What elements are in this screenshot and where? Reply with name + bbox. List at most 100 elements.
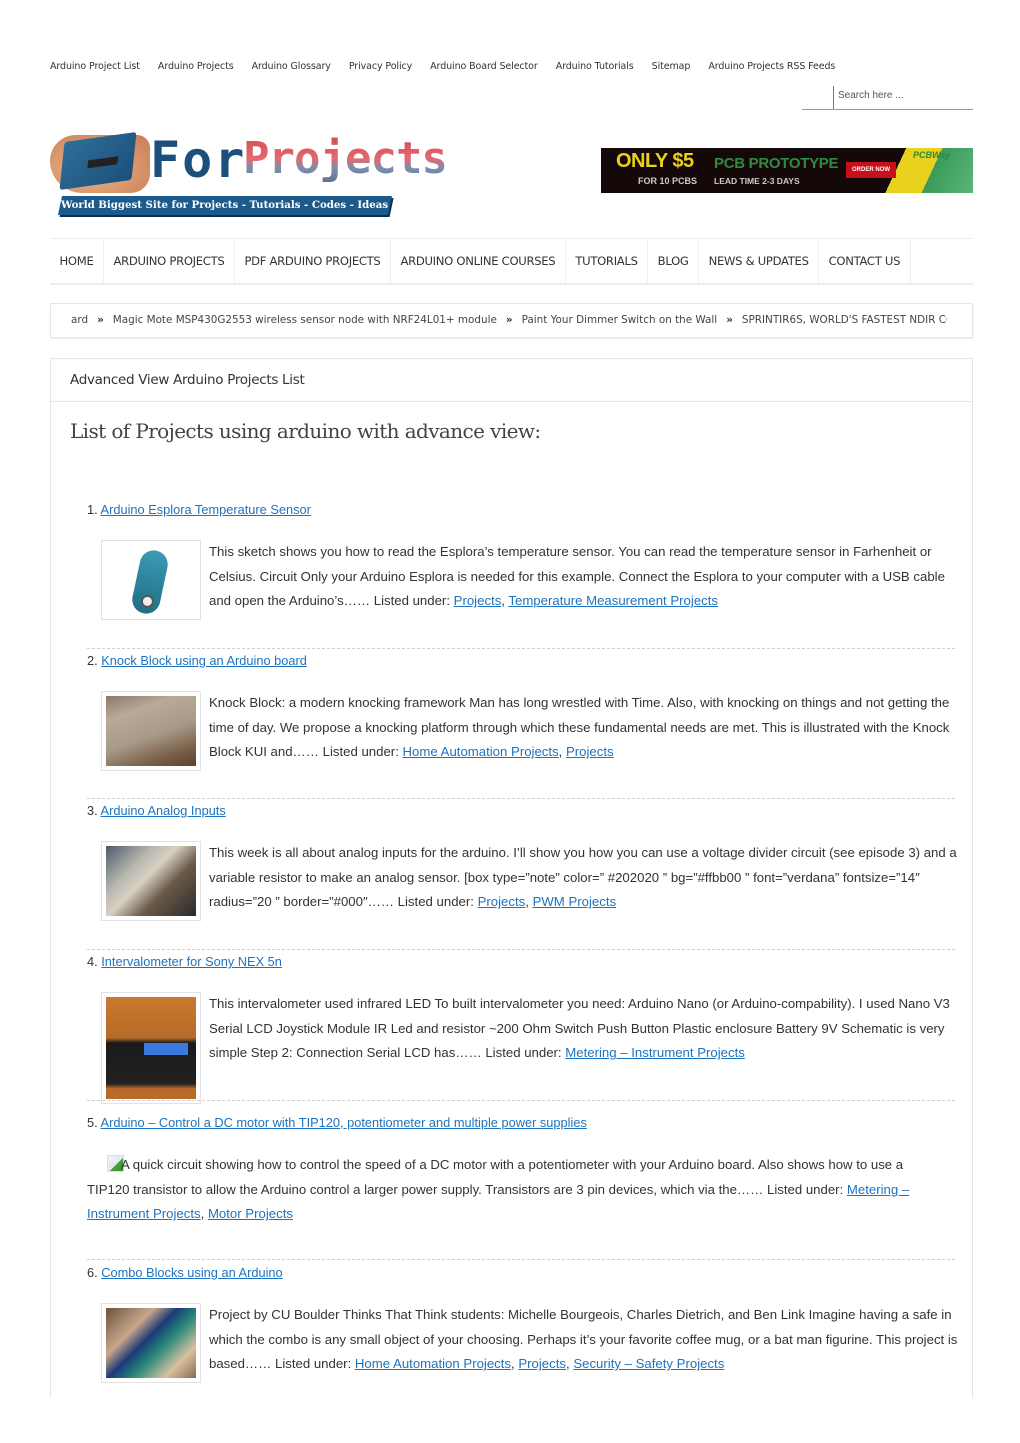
section-title: Advanced View Arduino Projects List — [51, 359, 972, 402]
project-description: Knock Block: a modern knocking framework… — [209, 695, 950, 759]
category-link[interactable]: Metering – Instrument Projects — [565, 1045, 745, 1060]
listed-under-label: Listed under: — [397, 894, 474, 909]
ad-order-now-button[interactable]: ORDER NOW — [846, 162, 896, 178]
category-link[interactable]: Home Automation Projects — [355, 1356, 511, 1371]
logo-tagline-text: World Biggest Site for Projects - Tutori… — [61, 199, 389, 211]
nav-home[interactable]: HOME — [50, 239, 104, 283]
top-link-rss-feeds[interactable]: Arduino Projects RSS Feeds — [708, 61, 835, 72]
ticker-item[interactable]: ard — [71, 314, 88, 326]
category-link[interactable]: Projects — [478, 894, 526, 909]
ad-headline: ONLY $5 — [616, 150, 694, 172]
project-number: 1. — [87, 502, 98, 517]
analog-inputs-image — [106, 846, 196, 916]
project-number: 2. — [87, 653, 98, 668]
top-link-arduino-glossary[interactable]: Arduino Glossary — [252, 61, 331, 72]
project-title-link[interactable]: Combo Blocks using an Arduino — [101, 1265, 282, 1280]
top-link-arduino-project-list[interactable]: Arduino Project List — [50, 61, 140, 72]
project-thumbnail[interactable] — [101, 841, 201, 921]
project-title-link[interactable]: Arduino Analog Inputs — [101, 803, 226, 818]
project-description: This intervalometer used infrared LED To… — [209, 992, 959, 1066]
project-description: A quick circuit showing how to control t… — [87, 1157, 910, 1221]
ticker-item[interactable]: Magic Mote MSP430G2553 wireless sensor n… — [113, 314, 497, 326]
combo-blocks-image — [106, 1308, 196, 1378]
top-link-sitemap[interactable]: Sitemap — [652, 61, 691, 72]
item-divider — [87, 949, 955, 950]
listed-under-label: Listed under: — [766, 1181, 844, 1197]
category-link[interactable]: Motor Projects — [208, 1206, 293, 1221]
project-thumbnail[interactable] — [101, 1303, 201, 1383]
news-ticker: ard » Magic Mote MSP430G2553 wireless sens… — [50, 303, 973, 338]
project-title-link[interactable]: Arduino – Control a DC motor with TIP120… — [101, 1115, 587, 1130]
project-title-link[interactable]: Intervalometer for Sony NEX 5n — [101, 954, 282, 969]
ad-lead-time: LEAD TIME 2-3 DAYS — [714, 176, 800, 186]
project-description: Project by CU Boulder Thinks That Think … — [209, 1307, 958, 1371]
nav-pdf-arduino-projects[interactable]: PDF ARDUINO PROJECTS — [235, 239, 391, 283]
category-link[interactable]: Temperature Measurement Projects — [508, 593, 718, 608]
project-description: This sketch shows you how to read the Es… — [209, 544, 945, 608]
ad-subline: FOR 10 PCBS — [638, 176, 698, 186]
ticker-track: ard » Magic Mote MSP430G2553 wireless sens… — [71, 304, 947, 337]
top-link-arduino-tutorials[interactable]: Arduino Tutorials — [556, 61, 634, 72]
search-box — [802, 86, 973, 110]
listed-under-label: Listed under: — [322, 744, 399, 759]
nav-contact-us[interactable]: CONTACT US — [819, 239, 911, 283]
ticker-item[interactable]: SPRINTIR6S, WORLD'S FASTEST NDIR CO2 SEN… — [742, 314, 947, 326]
ticker-separator: » — [97, 314, 104, 326]
ticker-separator: » — [505, 314, 513, 326]
nav-news-updates[interactable]: NEWS & UPDATES — [699, 239, 820, 283]
item-divider — [87, 1259, 955, 1260]
search-input[interactable] — [838, 90, 968, 101]
logo-tagline: World Biggest Site for Projects - Tutori… — [57, 196, 393, 215]
search-divider — [833, 86, 834, 109]
project-title-link[interactable]: Arduino Esplora Temperature Sensor — [101, 502, 311, 517]
category-link[interactable]: Projects — [518, 1356, 566, 1371]
listed-under-label: Listed under: — [373, 593, 450, 608]
item-divider — [87, 648, 955, 649]
listed-under-label: Listed under: — [485, 1045, 562, 1060]
ad-product: PCB PROTOTYPE — [714, 155, 839, 172]
category-link[interactable]: Projects — [454, 593, 502, 608]
logo-word-projects: Projects — [243, 133, 448, 184]
project-title-row: 1. Arduino Esplora Temperature Sensor — [87, 502, 311, 517]
category-link[interactable]: Projects — [566, 744, 614, 759]
project-thumbnail[interactable] — [101, 691, 201, 771]
ad-brand-logo: PCBWay — [913, 150, 951, 160]
top-utility-nav: Arduino Project List Arduino Projects Ar… — [50, 61, 853, 72]
nav-tutorials[interactable]: TUTORIALS — [566, 239, 649, 283]
esplora-board-image — [106, 545, 196, 617]
item-divider — [87, 1100, 955, 1101]
category-link[interactable]: Home Automation Projects — [403, 744, 559, 759]
project-number: 4. — [87, 954, 98, 969]
top-link-arduino-board-selector[interactable]: Arduino Board Selector — [430, 61, 538, 72]
project-title-link[interactable]: Knock Block using an Arduino board — [101, 653, 307, 668]
ticker-separator: » — [726, 314, 733, 326]
main-nav: HOME ARDUINO PROJECTS PDF ARDUINO PROJEC… — [50, 238, 973, 285]
nav-arduino-projects[interactable]: ARDUINO PROJECTS — [104, 239, 235, 283]
project-title-row: 5. Arduino – Control a DC motor with TIP… — [87, 1115, 587, 1130]
listed-under-label: Listed under: — [274, 1356, 352, 1371]
content-box: Advanced View Arduino Projects List List… — [50, 358, 973, 1398]
intervalometer-image — [106, 997, 196, 1099]
project-number: 5. — [87, 1115, 98, 1130]
top-link-arduino-projects[interactable]: Arduino Projects — [158, 61, 234, 72]
page-heading: List of Projects using arduino with adva… — [70, 419, 541, 443]
project-thumbnail[interactable] — [101, 540, 201, 620]
project-description: This week is all about analog inputs for… — [209, 845, 957, 909]
ticker-item[interactable]: Paint Your Dimmer Switch on the Wall — [522, 314, 718, 326]
project-title-row: 2. Knock Block using an Arduino board — [87, 653, 307, 668]
top-link-privacy-policy[interactable]: Privacy Policy — [349, 61, 412, 72]
pcbway-ad-banner[interactable]: ONLY $5 FOR 10 PCBS PCB PROTOTYPE LEAD T… — [601, 148, 973, 193]
project-title-row: 6. Combo Blocks using an Arduino — [87, 1265, 283, 1280]
logo-word-for: For — [150, 131, 247, 189]
category-link[interactable]: Security – Safety Projects — [573, 1356, 724, 1371]
knock-block-image — [106, 696, 196, 766]
item-divider — [87, 798, 955, 799]
project-title-row: 4. Intervalometer for Sony NEX 5n — [87, 954, 282, 969]
category-link[interactable]: PWM Projects — [533, 894, 617, 909]
project-number: 6. — [87, 1265, 98, 1280]
nav-arduino-online-courses[interactable]: ARDUINO ONLINE COURSES — [391, 239, 566, 283]
site-logo[interactable]: For Projects World Biggest Site for Proj… — [50, 131, 448, 217]
project-number: 3. — [87, 803, 98, 818]
project-thumbnail[interactable] — [101, 992, 201, 1104]
nav-blog[interactable]: BLOG — [648, 239, 700, 283]
